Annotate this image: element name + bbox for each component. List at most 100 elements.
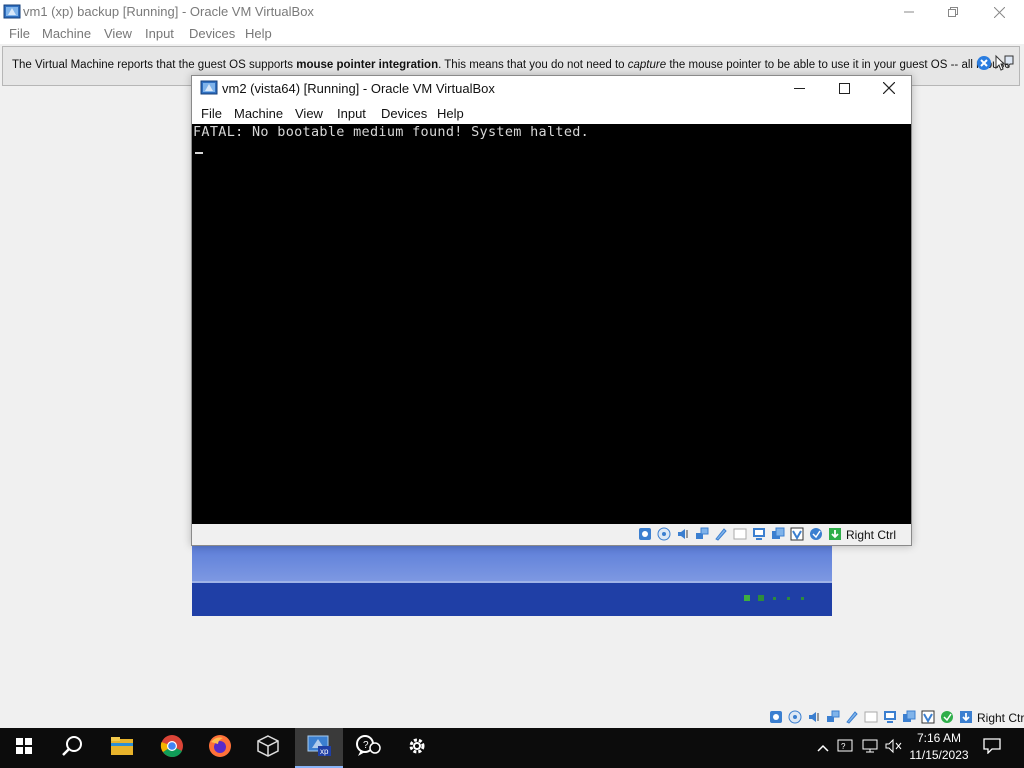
chevron-up-icon — [817, 739, 829, 757]
minimize-button[interactable] — [776, 76, 822, 100]
optical-drive-icon[interactable] — [788, 710, 802, 724]
virtualbox-icon — [200, 79, 218, 102]
menu-view[interactable]: View — [104, 26, 132, 41]
outer-menu-bar: File Machine View Input Devices Help — [0, 24, 1024, 44]
xp-guest-display — [192, 543, 832, 616]
taskbar: xp ? ? 7:16 AM 11/15/2023 — [0, 728, 1024, 768]
host-key-icon[interactable] — [959, 710, 973, 724]
file-explorer-button[interactable] — [98, 728, 146, 768]
search-icon — [61, 735, 83, 762]
vt-x-icon[interactable] — [921, 710, 935, 724]
svg-text:?: ? — [363, 740, 369, 751]
search-button[interactable] — [48, 728, 96, 768]
menu-help[interactable]: Help — [437, 106, 464, 121]
display-icon[interactable] — [752, 527, 766, 541]
network-icon[interactable] — [695, 527, 709, 541]
file-explorer-icon — [110, 736, 134, 761]
chrome-button[interactable] — [148, 728, 196, 768]
start-icon — [16, 737, 32, 759]
feedback-icon: ? — [355, 734, 381, 763]
hard-disk-icon[interactable] — [769, 710, 783, 724]
vm2-window[interactable]: vm2 (vista64) [Running] - Oracle VM Virt… — [191, 75, 912, 546]
menu-machine[interactable]: Machine — [42, 26, 91, 41]
console-message: FATAL: No bootable medium found! System … — [193, 124, 590, 140]
vm-console-screen[interactable]: FATAL: No bootable medium found! System … — [192, 124, 911, 524]
host-key-label: Right Ctrl — [977, 711, 1024, 725]
virtualbox-icon — [256, 734, 280, 763]
mouse-integration-icon[interactable] — [995, 54, 1015, 77]
inner-title-bar[interactable]: vm2 (vista64) [Running] - Oracle VM Virt… — [192, 76, 911, 100]
menu-view[interactable]: View — [295, 106, 323, 121]
virtualbox-icon — [3, 3, 21, 26]
inner-window-title: vm2 (vista64) [Running] - Oracle VM Virt… — [222, 81, 495, 96]
chrome-icon — [160, 734, 184, 763]
console-cursor — [195, 152, 203, 154]
xp-loading-dot — [744, 595, 750, 601]
optical-drive-icon[interactable] — [657, 527, 671, 541]
start-button[interactable] — [0, 728, 48, 768]
audio-icon[interactable] — [676, 527, 690, 541]
tray-vm-status[interactable]: ? — [835, 728, 857, 768]
hard-disk-icon[interactable] — [638, 527, 652, 541]
tray-network[interactable] — [859, 728, 881, 768]
virtualbox-vm-button[interactable]: xp — [295, 728, 343, 768]
menu-help[interactable]: Help — [245, 26, 272, 41]
settings-icon — [406, 735, 428, 762]
svg-text:xp: xp — [320, 747, 329, 756]
settings-button[interactable] — [393, 728, 441, 768]
maximize-button[interactable] — [821, 76, 867, 100]
host-key-icon[interactable] — [828, 527, 842, 541]
xp-loading-dot — [787, 597, 790, 600]
network-icon[interactable] — [826, 710, 840, 724]
tray-volume[interactable] — [883, 728, 905, 768]
outer-title-bar[interactable]: vm1 (xp) backup [Running] - Oracle VM Vi… — [0, 0, 1024, 24]
virtualbox-manager-button[interactable] — [244, 728, 292, 768]
menu-machine[interactable]: Machine — [234, 106, 283, 121]
usb-icon[interactable] — [714, 527, 728, 541]
xp-loading-dot — [773, 597, 776, 600]
vt-x-icon[interactable] — [790, 527, 804, 541]
network-tray-icon — [861, 738, 879, 759]
audio-icon[interactable] — [807, 710, 821, 724]
notification-icon — [983, 737, 1001, 759]
recording-icon[interactable] — [771, 527, 785, 541]
guest-additions-icon[interactable] — [940, 710, 954, 724]
clock-date: 11/15/2023 — [909, 748, 969, 762]
xp-loading-dot — [758, 595, 764, 601]
volume-muted-icon — [884, 738, 904, 759]
menu-file[interactable]: File — [9, 26, 30, 41]
restore-button[interactable] — [930, 0, 976, 24]
outer-window-title: vm1 (xp) backup [Running] - Oracle VM Vi… — [23, 4, 314, 19]
guest-additions-icon[interactable] — [809, 527, 823, 541]
inner-menu-bar: File Machine View Input Devices Help — [192, 103, 911, 123]
xp-loading-dot — [801, 597, 804, 600]
close-button[interactable] — [976, 0, 1022, 24]
menu-file[interactable]: File — [201, 106, 222, 121]
outer-status-bar: Right Ctrl — [0, 707, 1024, 728]
menu-devices[interactable]: Devices — [381, 106, 427, 121]
usb-icon[interactable] — [845, 710, 859, 724]
virtualbox-vm-icon: xp — [306, 733, 332, 762]
shared-folders-icon[interactable] — [733, 527, 747, 541]
display-icon[interactable] — [883, 710, 897, 724]
menu-devices[interactable]: Devices — [189, 26, 235, 41]
svg-text:?: ? — [841, 742, 846, 751]
taskbar-clock[interactable]: 7:16 AM 11/15/2023 — [904, 730, 974, 764]
clock-time: 7:16 AM — [916, 731, 962, 745]
shared-folders-icon[interactable] — [864, 710, 878, 724]
menu-input[interactable]: Input — [145, 26, 174, 41]
inner-status-bar: Right Ctrl — [192, 524, 911, 545]
vm-tray-icon: ? — [837, 738, 855, 759]
notification-center-button[interactable] — [978, 728, 1006, 768]
host-key-label: Right Ctrl — [846, 528, 897, 542]
feedback-hub-button[interactable]: ? — [344, 728, 392, 768]
recording-icon[interactable] — [902, 710, 916, 724]
firefox-button[interactable] — [196, 728, 244, 768]
notification-text: The Virtual Machine reports that the gue… — [12, 59, 1011, 71]
close-notification-icon[interactable] — [976, 55, 992, 76]
minimize-button[interactable] — [886, 0, 932, 24]
show-hidden-icons-button[interactable] — [813, 728, 833, 768]
menu-input[interactable]: Input — [337, 106, 366, 121]
firefox-icon — [208, 734, 232, 763]
close-button[interactable] — [866, 76, 912, 100]
